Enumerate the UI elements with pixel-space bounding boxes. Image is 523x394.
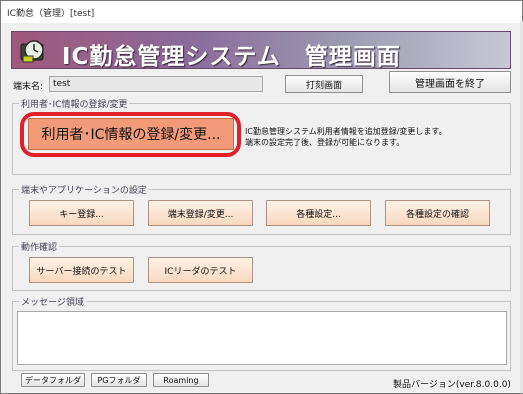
header-banner: IC勤怠管理システム 管理画面 bbox=[11, 31, 511, 70]
clock-card-icon bbox=[20, 40, 44, 63]
various-settings-button[interactable]: 各種設定... bbox=[266, 200, 371, 226]
terminal-name-label: 端末名: bbox=[13, 82, 44, 92]
description-line-2: 端末の設定完了後、登録が可能になります。 bbox=[245, 138, 405, 147]
message-area bbox=[17, 311, 507, 365]
data-folder-button[interactable]: データフォルダ bbox=[21, 373, 85, 387]
message-legend: メッセージ領域 bbox=[19, 295, 86, 308]
registration-description: IC勤怠管理システム利用者情報を追加登録/変更します。 端末の設定完了後、登録が… bbox=[245, 126, 447, 148]
roaming-button[interactable]: Roaming bbox=[153, 373, 209, 387]
pg-folder-button[interactable]: PGフォルダ bbox=[91, 373, 147, 387]
banner-title: IC勤怠管理システム 管理画面 bbox=[62, 44, 401, 70]
confirm-settings-button[interactable]: 各種設定の確認 bbox=[385, 200, 490, 226]
stamp-screen-button[interactable]: 打刻画面 bbox=[285, 75, 363, 93]
highlight-circle bbox=[20, 112, 241, 157]
main-window: IC勤怠（管理）[test] IC勤怠管理システム 管理画面 端末名: test… bbox=[0, 0, 523, 394]
exit-admin-button[interactable]: 管理画面を終了 bbox=[389, 71, 511, 93]
operation-legend: 動作確認 bbox=[19, 240, 60, 253]
settings-legend: 端末やアプリケーションの設定 bbox=[19, 183, 149, 196]
terminal-name-field: test bbox=[49, 76, 263, 92]
key-register-button[interactable]: キー登録... bbox=[29, 200, 134, 226]
window-title: IC勤怠（管理）[test] bbox=[7, 9, 95, 19]
product-version: 製品バージョン(ver.8.0.0.0) bbox=[393, 380, 511, 390]
registration-legend: 利用者･IC情報の登録/変更 bbox=[19, 97, 130, 110]
description-line-1: IC勤怠管理システム利用者情報を追加登録/変更します。 bbox=[245, 127, 447, 136]
server-connection-test-button[interactable]: サーバー接続のテスト bbox=[29, 257, 134, 283]
terminal-register-button[interactable]: 端末登録/変更... bbox=[148, 200, 253, 226]
ic-reader-test-button[interactable]: ICリーダのテスト bbox=[148, 257, 253, 283]
title-bar: IC勤怠（管理）[test] bbox=[1, 1, 522, 23]
